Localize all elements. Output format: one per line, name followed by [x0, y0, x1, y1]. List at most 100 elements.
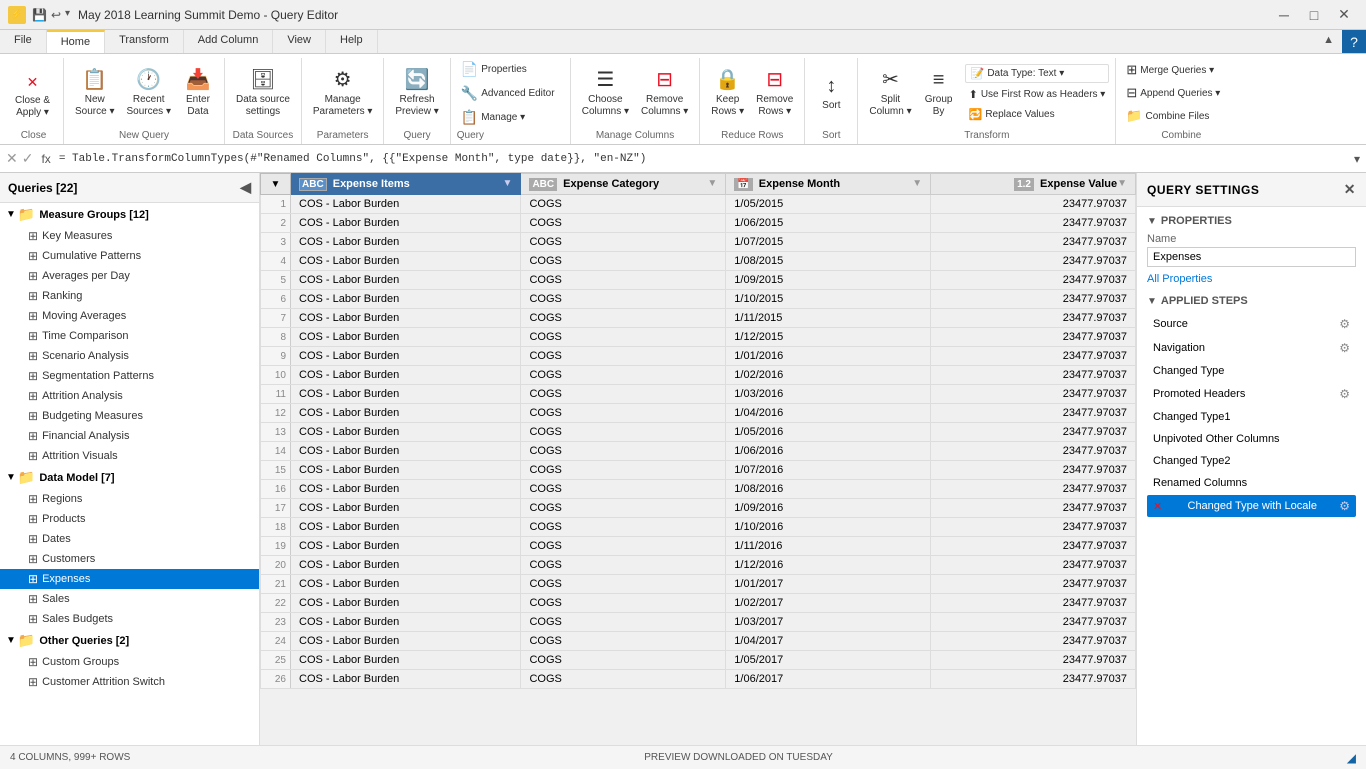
table-row[interactable]: 24COS - Labor BurdenCOGS1/04/201723477.9…: [261, 632, 1136, 651]
sidebar-group-data-model-header[interactable]: 📁 Data Model [7]: [0, 466, 259, 489]
tab-home[interactable]: Home: [47, 30, 105, 53]
sidebar-item-budgeting[interactable]: ⊞Budgeting Measures: [0, 406, 259, 426]
properties-collapse-icon[interactable]: ▼: [1147, 216, 1157, 227]
step-nav-gear[interactable]: ⚙: [1339, 341, 1350, 355]
step-renamed-columns[interactable]: Renamed Columns: [1147, 473, 1356, 493]
tab-help[interactable]: Help: [326, 30, 378, 53]
use-first-row-button[interactable]: ⬆ Use First Row as Headers ▾: [965, 86, 1110, 103]
help-icon[interactable]: ?: [1342, 30, 1366, 53]
formula-input[interactable]: [59, 153, 1350, 165]
table-row[interactable]: 11COS - Labor BurdenCOGS1/03/201623477.9…: [261, 385, 1136, 404]
maximize-button[interactable]: □: [1300, 5, 1328, 25]
step-changed-type-locale[interactable]: ✕ Changed Type with Locale ⚙: [1147, 495, 1356, 517]
sidebar-item-regions[interactable]: ⊞Regions: [0, 489, 259, 509]
table-row[interactable]: 8COS - Labor BurdenCOGS1/12/201523477.97…: [261, 328, 1136, 347]
name-input[interactable]: [1147, 247, 1356, 267]
sidebar-item-custom-groups[interactable]: ⊞Custom Groups: [0, 652, 259, 672]
sidebar-item-customer-attrition[interactable]: ⊞Customer Attrition Switch: [0, 672, 259, 692]
split-column-button[interactable]: ✂ SplitColumn ▾: [864, 65, 916, 121]
enter-data-button[interactable]: 📥 EnterData: [178, 65, 218, 121]
append-queries-button[interactable]: ⊟ Append Queries ▾: [1122, 83, 1224, 103]
step-source-gear[interactable]: ⚙: [1339, 317, 1350, 331]
step-source[interactable]: Source ⚙: [1147, 313, 1356, 335]
sidebar-item-averages[interactable]: ⊞Averages per Day: [0, 266, 259, 286]
tab-file[interactable]: File: [0, 30, 47, 53]
table-row[interactable]: 9COS - Labor BurdenCOGS1/01/201623477.97…: [261, 347, 1136, 366]
table-row[interactable]: 20COS - Labor BurdenCOGS1/12/201623477.9…: [261, 556, 1136, 575]
step-promoted-headers[interactable]: Promoted Headers ⚙: [1147, 383, 1356, 405]
col-header-expense-items[interactable]: ABC Expense Items ▼: [291, 174, 521, 195]
formula-expand-button[interactable]: ▾: [1354, 152, 1360, 166]
table-row[interactable]: 16COS - Labor BurdenCOGS1/08/201623477.9…: [261, 480, 1136, 499]
step-promoted-gear[interactable]: ⚙: [1339, 387, 1350, 401]
manage-parameters-button[interactable]: ⚙ ManageParameters ▾: [308, 65, 377, 121]
col-filter-icon-1[interactable]: ▼: [503, 178, 513, 189]
table-row[interactable]: 2COS - Labor BurdenCOGS1/06/201523477.97…: [261, 214, 1136, 233]
sidebar-item-cumulative[interactable]: ⊞Cumulative Patterns: [0, 246, 259, 266]
formula-cancel-button[interactable]: ✕: [6, 150, 18, 167]
sidebar-item-products[interactable]: ⊞Products: [0, 509, 259, 529]
remove-rows-button[interactable]: ⊟ RemoveRows ▾: [751, 65, 798, 121]
replace-values-button[interactable]: 🔁 Replace Values: [965, 106, 1110, 123]
sidebar-item-customers[interactable]: ⊞Customers: [0, 549, 259, 569]
combine-files-button[interactable]: 📁 Combine Files: [1122, 106, 1213, 126]
table-row[interactable]: 15COS - Labor BurdenCOGS1/07/201623477.9…: [261, 461, 1136, 480]
advanced-editor-button[interactable]: 🔧 Advanced Editor: [457, 83, 559, 104]
sidebar-item-scenario[interactable]: ⊞Scenario Analysis: [0, 346, 259, 366]
table-row[interactable]: 4COS - Labor BurdenCOGS1/08/201523477.97…: [261, 252, 1136, 271]
close-button[interactable]: ✕: [1330, 5, 1358, 25]
table-row[interactable]: 25COS - Labor BurdenCOGS1/05/201723477.9…: [261, 651, 1136, 670]
title-undo-icon[interactable]: ↩: [51, 8, 61, 22]
col-header-expense-month[interactable]: 📅 Expense Month ▼: [726, 174, 931, 195]
tab-view[interactable]: View: [273, 30, 326, 53]
table-row[interactable]: 12COS - Labor BurdenCOGS1/04/201623477.9…: [261, 404, 1136, 423]
all-properties-link[interactable]: All Properties: [1147, 273, 1212, 285]
sidebar-item-attrition-visuals[interactable]: ⊞Attrition Visuals: [0, 446, 259, 466]
recent-sources-button[interactable]: 🕐 RecentSources ▾: [121, 65, 175, 121]
ribbon-collapse-icon[interactable]: ▲: [1315, 30, 1342, 53]
group-by-button[interactable]: ≡ GroupBy: [919, 65, 959, 121]
table-row[interactable]: 17COS - Labor BurdenCOGS1/09/201623477.9…: [261, 499, 1136, 518]
title-save-icon[interactable]: 💾: [32, 8, 47, 22]
table-row[interactable]: 10COS - Labor BurdenCOGS1/02/201623477.9…: [261, 366, 1136, 385]
data-source-settings-button[interactable]: 🗄 Data sourcesettings: [231, 65, 295, 121]
table-row[interactable]: 13COS - Labor BurdenCOGS1/05/201623477.9…: [261, 423, 1136, 442]
table-row[interactable]: 23COS - Labor BurdenCOGS1/03/201723477.9…: [261, 613, 1136, 632]
table-row[interactable]: 22COS - Labor BurdenCOGS1/02/201723477.9…: [261, 594, 1136, 613]
merge-queries-button[interactable]: ⊞ Merge Queries ▾: [1122, 60, 1218, 80]
sidebar-group-measure-header[interactable]: 📁 Measure Groups [12]: [0, 203, 259, 226]
table-row[interactable]: 7COS - Labor BurdenCOGS1/11/201523477.97…: [261, 309, 1136, 328]
table-row[interactable]: 14COS - Labor BurdenCOGS1/06/201623477.9…: [261, 442, 1136, 461]
sidebar-group-other-header[interactable]: 📁 Other Queries [2]: [0, 629, 259, 652]
step-changed-type1[interactable]: Changed Type1: [1147, 407, 1356, 427]
sidebar-item-dates[interactable]: ⊞Dates: [0, 529, 259, 549]
sidebar-item-ranking[interactable]: ⊞Ranking: [0, 286, 259, 306]
qs-close-button[interactable]: ✕: [1344, 181, 1356, 198]
sidebar-item-sales[interactable]: ⊞Sales: [0, 589, 259, 609]
sidebar-item-time-comparison[interactable]: ⊞Time Comparison: [0, 326, 259, 346]
sidebar-item-key-measures[interactable]: ⊞Key Measures: [0, 226, 259, 246]
new-source-button[interactable]: 📋 NewSource ▾: [70, 65, 119, 121]
tab-transform[interactable]: Transform: [105, 30, 184, 53]
sidebar-item-expenses[interactable]: ⊞Expenses: [0, 569, 259, 589]
sidebar-item-moving-averages[interactable]: ⊞Moving Averages: [0, 306, 259, 326]
data-type-button[interactable]: 📝 Data Type: Text ▾: [965, 64, 1110, 83]
data-table-wrapper[interactable]: ▼ ABC Expense Items ▼ ABC Expense Catego…: [260, 173, 1136, 745]
step-changed-type2[interactable]: Changed Type2: [1147, 451, 1356, 471]
choose-columns-button[interactable]: ☰ ChooseColumns ▾: [577, 65, 634, 121]
table-row[interactable]: 26COS - Labor BurdenCOGS1/06/201723477.9…: [261, 670, 1136, 689]
table-row[interactable]: 3COS - Labor BurdenCOGS1/07/201523477.97…: [261, 233, 1136, 252]
sidebar-item-attrition-analysis[interactable]: ⊞Attrition Analysis: [0, 386, 259, 406]
table-row[interactable]: 19COS - Labor BurdenCOGS1/11/201623477.9…: [261, 537, 1136, 556]
step-changed-type[interactable]: Changed Type: [1147, 361, 1356, 381]
sort-button[interactable]: ↕ Sort: [811, 71, 851, 115]
filter-all-icon[interactable]: ▼: [271, 179, 281, 190]
close-apply-button[interactable]: ✕ Close &Apply ▾: [10, 64, 55, 122]
table-row[interactable]: 5COS - Labor BurdenCOGS1/09/201523477.97…: [261, 271, 1136, 290]
table-row[interactable]: 21COS - Labor BurdenCOGS1/01/201723477.9…: [261, 575, 1136, 594]
table-row[interactable]: 18COS - Labor BurdenCOGS1/10/201623477.9…: [261, 518, 1136, 537]
col-filter-icon-3[interactable]: ▼: [912, 178, 922, 189]
sidebar-collapse-button[interactable]: ◀: [240, 179, 251, 196]
step-locale-gear[interactable]: ⚙: [1339, 499, 1350, 513]
title-dropdown-icon[interactable]: ▾: [65, 8, 70, 22]
